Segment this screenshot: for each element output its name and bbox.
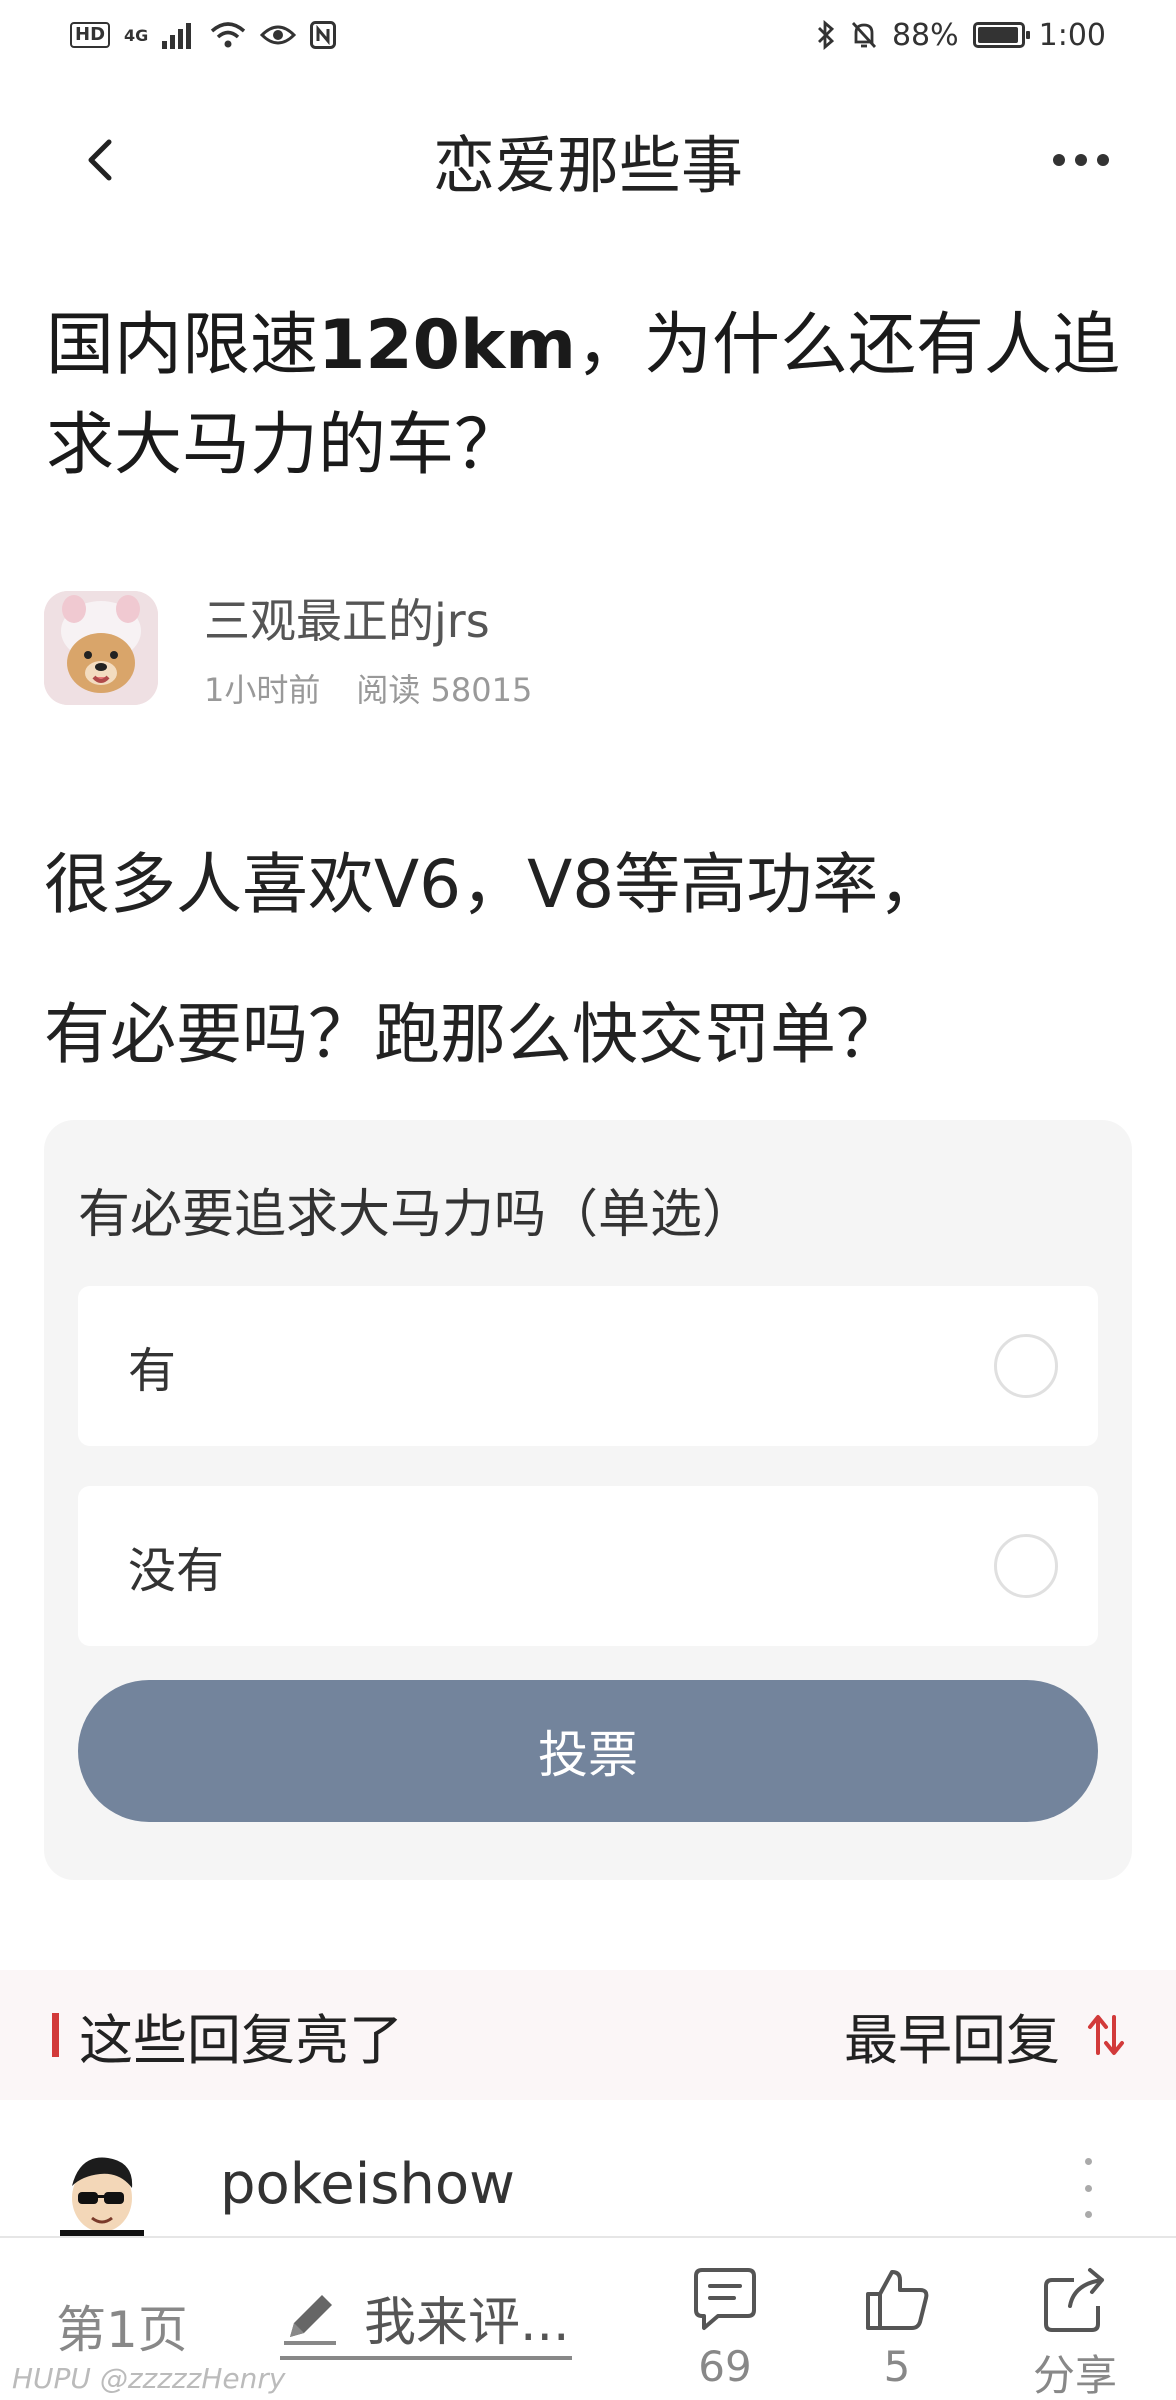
more-dot-icon xyxy=(1075,154,1087,166)
like-button[interactable]: 5 xyxy=(832,2266,962,2391)
post-title-part1: 国内限速 xyxy=(46,306,319,385)
sort-toggle[interactable]: 最早回复 xyxy=(844,1996,1126,2075)
network-type: 4G xyxy=(124,25,149,45)
post-body: 很多人喜欢V6，V8等高功率， 有必要吗？跑那么快交罚单？ xyxy=(44,810,1144,1110)
post-time: 1小时前 xyxy=(204,671,321,709)
replies-header: 这些回复亮了 最早回复 xyxy=(0,1970,1176,2100)
bluetooth-icon xyxy=(817,20,834,50)
poll-title: 有必要追求大马力吗（单选） xyxy=(78,1185,755,1245)
replies-header-left: 这些回复亮了 xyxy=(52,1996,403,2075)
reply-username[interactable]: pokeishow xyxy=(220,2152,515,2217)
reply-item[interactable]: pokeishow xyxy=(0,2140,1176,2236)
nfc-icon xyxy=(310,21,337,49)
poll-option[interactable]: 没有 xyxy=(78,1486,1098,1646)
post-body-line: 有必要吗？跑那么快交罚单？ xyxy=(44,996,902,1073)
avatar[interactable] xyxy=(44,591,158,705)
page-indicator[interactable]: 第1页 xyxy=(56,2290,188,2362)
post-title: 国内限速120km，为什么还有人追求大马力的车？ xyxy=(46,296,1136,496)
nav-bar: 恋爱那些事 xyxy=(0,100,1176,220)
cartoon-avatar-icon xyxy=(60,2157,144,2236)
mute-bell-icon xyxy=(851,22,876,48)
vote-button[interactable]: 投票 xyxy=(78,1680,1098,1822)
wifi-icon xyxy=(211,22,246,48)
sort-label: 最早回复 xyxy=(844,2008,1060,2072)
more-dot-icon xyxy=(1084,2158,1092,2165)
status-left: HD 4G xyxy=(70,21,337,49)
likes-count: 5 xyxy=(883,2342,911,2391)
poll-option[interactable]: 有 xyxy=(78,1286,1098,1446)
comment-bubble-icon xyxy=(694,2268,756,2330)
share-icon xyxy=(1044,2268,1104,2332)
status-right: 88% 1:00 xyxy=(816,18,1106,53)
more-dot-icon xyxy=(1084,2184,1092,2192)
poll-option-label: 有 xyxy=(128,1343,177,1399)
more-dot-icon xyxy=(1084,2211,1092,2218)
author-name[interactable]: 三观最正的jrs xyxy=(204,585,532,651)
reply-more-button[interactable] xyxy=(1080,2158,1096,2218)
radio-button[interactable] xyxy=(994,1334,1058,1398)
author-info: 三观最正的jrs 1小时前 阅读 58015 xyxy=(204,585,532,711)
more-dot-icon xyxy=(1053,154,1065,166)
battery-percent: 88% xyxy=(891,17,959,53)
poll-card: 有必要追求大马力吗（单选） 有 没有 投票 xyxy=(44,1120,1132,1880)
reply-avatar[interactable] xyxy=(60,2146,144,2236)
share-label: 分享 xyxy=(1032,2351,1117,2400)
thumbs-up-icon xyxy=(866,2270,929,2330)
more-dot-icon xyxy=(1097,154,1109,166)
share-button[interactable]: 分享 xyxy=(1010,2266,1140,2400)
page-title: 恋爱那些事 xyxy=(432,129,743,202)
comment-input[interactable]: 我来评... xyxy=(280,2278,572,2360)
poll-option-label: 没有 xyxy=(128,1543,225,1599)
replies-title: 这些回复亮了 xyxy=(79,2008,403,2072)
post-body-line: 很多人喜欢V6，V8等高功率， xyxy=(44,846,945,923)
comment-placeholder: 我来评... xyxy=(364,2292,570,2353)
more-options-button[interactable] xyxy=(1036,128,1126,192)
chevron-left-icon xyxy=(88,139,112,181)
signal-icon xyxy=(162,23,192,49)
eye-icon xyxy=(260,25,297,45)
battery-icon xyxy=(972,22,1030,48)
accent-bar xyxy=(52,2013,59,2057)
watermark: HUPU @zzzzzHenry xyxy=(12,2362,286,2395)
read-count: 阅读 58015 xyxy=(356,671,533,709)
radio-button[interactable] xyxy=(994,1534,1058,1598)
clock: 1:00 xyxy=(1038,17,1106,53)
author-block: 三观最正的jrs 1小时前 阅读 58015 xyxy=(44,590,1124,709)
comments-button[interactable]: 69 xyxy=(660,2266,790,2391)
hd-icon: HD xyxy=(70,22,111,48)
dog-avatar-icon xyxy=(44,591,158,705)
back-button[interactable] xyxy=(70,128,130,192)
post-meta: 1小时前 阅读 58015 xyxy=(204,665,532,711)
post-title-bold: 120km xyxy=(318,306,577,385)
sort-arrows-icon xyxy=(1088,2015,1124,2055)
comments-count: 69 xyxy=(698,2342,752,2391)
pencil-icon xyxy=(284,2295,336,2345)
status-bar: HD 4G 88% 1:00 xyxy=(0,0,1176,70)
